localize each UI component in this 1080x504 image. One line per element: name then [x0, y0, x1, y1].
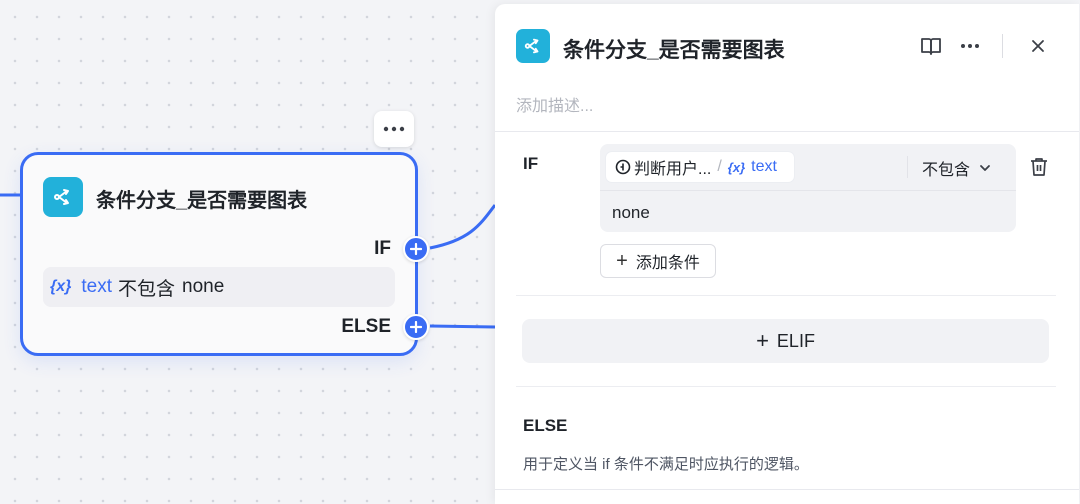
if-label: IF: [523, 154, 539, 173]
book-icon[interactable]: [919, 34, 943, 58]
condition-path-separator: /: [717, 158, 722, 175]
else-edge: [429, 324, 496, 329]
variable-icon: {x}: [727, 159, 746, 175]
close-icon[interactable]: [1026, 34, 1050, 58]
variable-icon: {x}: [50, 278, 72, 295]
condition-value-input[interactable]: none: [612, 203, 650, 223]
node-title: 条件分支_是否需要图表: [96, 190, 308, 212]
divider: [495, 131, 1079, 132]
plus-icon: +: [616, 249, 628, 272]
divider: [495, 489, 1079, 490]
elif-label: ELIF: [776, 330, 815, 351]
else-label: ELSE: [523, 416, 568, 435]
condition-variable-selector[interactable]: 判断用户... / {x} text: [606, 152, 794, 182]
add-elif-button[interactable]: + ELIF: [522, 319, 1049, 363]
if-port-add-button[interactable]: [403, 236, 429, 262]
branch-icon: [43, 177, 83, 217]
node-more-button[interactable]: [374, 111, 414, 147]
node-condition-operator: 不包含: [117, 278, 175, 300]
condition-operator-select[interactable]: 不包含: [922, 156, 992, 180]
plus-icon: [410, 243, 422, 255]
condition-source-node: 判断用户...: [634, 161, 712, 178]
plus-icon: [410, 321, 422, 333]
condition-operator-value: 不包含: [922, 162, 971, 179]
node-condition-value: none: [182, 276, 225, 297]
trash-icon[interactable]: [1028, 156, 1050, 178]
panel-title[interactable]: 条件分支_是否需要图表: [563, 34, 785, 64]
condition-node[interactable]: 条件分支_是否需要图表 IF {x} text 不包含 none ELSE: [20, 152, 418, 356]
else-port-add-button[interactable]: [403, 314, 429, 340]
if-edge: [429, 204, 497, 250]
branch-icon: [516, 29, 550, 63]
divider: [600, 190, 1016, 191]
description-input[interactable]: 添加描述...: [516, 92, 593, 116]
chevron-down-icon: [980, 165, 990, 171]
divider: [907, 156, 908, 178]
node-settings-panel: 条件分支_是否需要图表 添加描述... IF 判断用户... / {x} tex…: [495, 4, 1079, 504]
node-condition-variable: text: [81, 276, 112, 297]
divider: [516, 386, 1056, 387]
plus-icon: +: [756, 328, 769, 353]
else-description: 用于定义当 if 条件不满足时应执行的逻辑。: [523, 456, 809, 473]
condition-variable-name: text: [751, 158, 777, 175]
add-condition-button[interactable]: + 添加条件: [600, 244, 716, 278]
condition-editor: 判断用户... / {x} text 不包含 none: [600, 144, 1016, 232]
node-if-label: IF: [374, 238, 391, 259]
node-else-label: ELSE: [341, 316, 391, 337]
header-divider: [1002, 34, 1003, 58]
node-condition-summary: {x} text 不包含 none: [43, 267, 395, 307]
more-icon: [383, 126, 405, 132]
divider: [516, 295, 1056, 296]
add-condition-label: 添加条件: [635, 255, 700, 272]
more-icon[interactable]: [957, 34, 983, 58]
node-ref-icon: [615, 159, 631, 175]
